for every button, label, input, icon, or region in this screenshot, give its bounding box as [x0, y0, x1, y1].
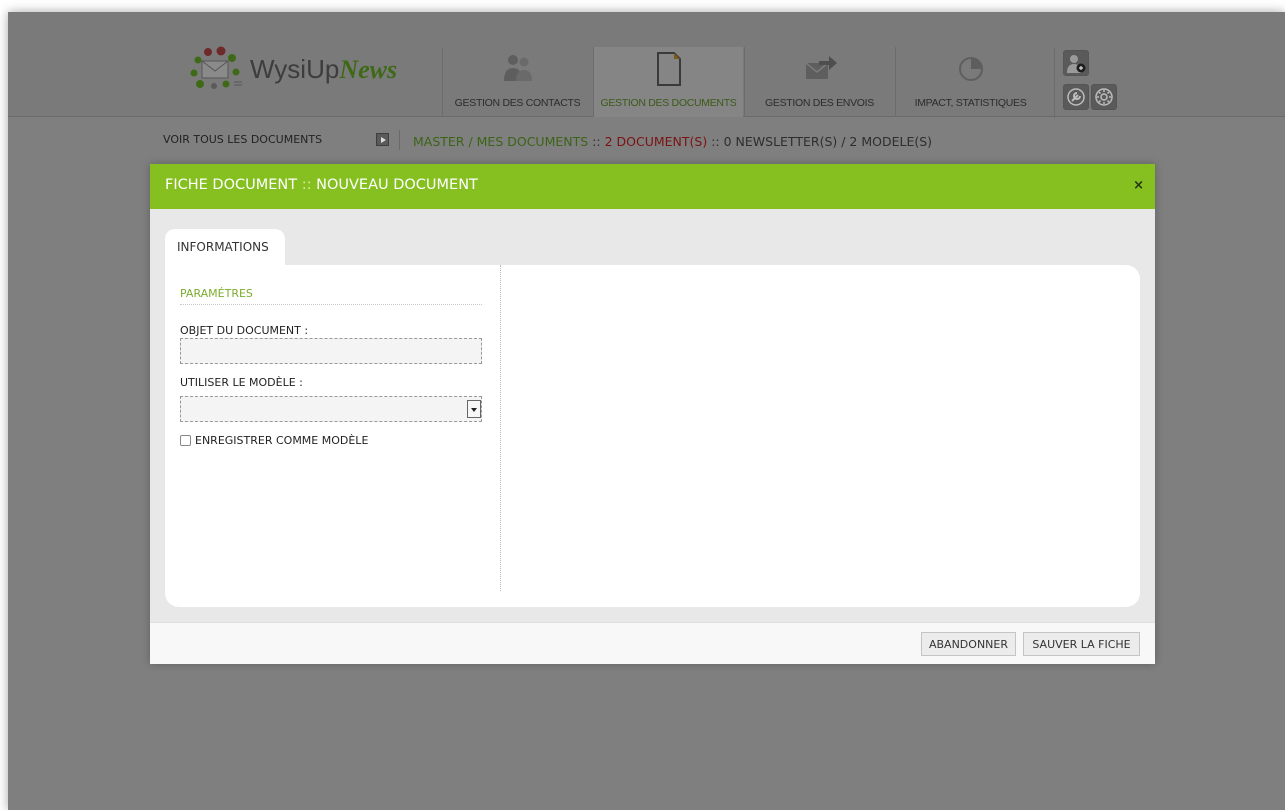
chevron-down-icon[interactable] [467, 400, 481, 418]
modal-footer: ABANDONNER SAUVER LA FICHE [150, 622, 1155, 664]
object-input[interactable] [180, 338, 482, 364]
document-icon [656, 52, 681, 86]
save-button[interactable]: SAUVER LA FICHE [1023, 632, 1140, 656]
breadcrumb-path[interactable]: MASTER / MES DOCUMENTS [413, 134, 588, 149]
modal-title: FICHE DOCUMENT :: NOUVEAU DOCUMENT [165, 177, 478, 193]
logo-text-accent: News [339, 54, 398, 84]
logo-text: WysiUpNews [250, 54, 397, 85]
tab-informations-label: INFORMATIONS [177, 240, 269, 254]
wrench-icon [1067, 88, 1085, 106]
document-modal: FICHE DOCUMENT :: NOUVEAU DOCUMENT × INF… [150, 164, 1155, 664]
model-select[interactable] [180, 396, 482, 422]
view-all-documents-link[interactable]: VOIR TOUS LES DOCUMENTS [163, 133, 322, 146]
parameters-column: PARAMÉTRES OBJET DU DOCUMENT : UTILISER … [165, 265, 501, 591]
nav-tab-contacts-label: GESTION DES CONTACTS [454, 97, 581, 109]
object-label: OBJET DU DOCUMENT : [180, 324, 309, 337]
nav-tab-stats[interactable]: IMPACT, STATISTIQUES [895, 47, 1045, 117]
save-as-model-row: ENREGISTRER COMME MODÈLE [180, 434, 368, 447]
add-user-button[interactable] [1063, 50, 1089, 76]
settings-button[interactable] [1091, 84, 1117, 110]
modal-title-separator: :: [301, 177, 312, 193]
contacts-icon [503, 55, 532, 81]
tools-button[interactable] [1063, 84, 1089, 110]
envelope-dots-logo-icon [190, 46, 242, 89]
parameters-title: PARAMÉTRES [180, 287, 253, 300]
modal-title-sub: NOUVEAU DOCUMENT [316, 177, 478, 193]
modal-title-main: FICHE DOCUMENT [165, 177, 298, 193]
add-user-icon [1067, 55, 1086, 73]
nav-tab-envois-label: GESTION DES ENVOIS [765, 97, 874, 109]
breadcrumb-divider [399, 130, 400, 150]
informations-panel: PARAMÉTRES OBJET DU DOCUMENT : UTILISER … [165, 265, 1140, 607]
close-icon[interactable]: × [1133, 178, 1144, 193]
save-as-model-checkbox[interactable] [180, 435, 191, 446]
nav-tab-contacts[interactable]: GESTION DES CONTACTS [442, 47, 592, 117]
breadcrumb: MASTER / MES DOCUMENTS :: 2 DOCUMENT(S) … [413, 134, 932, 149]
logo-text-main: WysiUp [250, 53, 340, 84]
modal-header: FICHE DOCUMENT :: NOUVEAU DOCUMENT × [150, 164, 1155, 209]
nav-tab-documents-label: GESTION DES DOCUMENTS [600, 97, 737, 109]
breadcrumb-counts: :: 0 NEWSLETTER(S) / 2 MODELE(S) [711, 134, 933, 149]
app-logo[interactable]: WysiUpNews [188, 46, 397, 92]
nav-tab-envois[interactable]: GESTION DES ENVOIS [744, 47, 894, 117]
breadcrumb-separator: :: [592, 134, 601, 149]
nav-tab-documents[interactable]: GESTION DES DOCUMENTS [593, 47, 743, 117]
cancel-button[interactable]: ABANDONNER [921, 632, 1016, 656]
app-header: WysiUpNews GESTION DES CONTACTS GESTION … [8, 12, 1285, 118]
pie-chart-icon [958, 57, 983, 81]
section-divider [180, 304, 482, 305]
utility-buttons [1054, 48, 1118, 118]
gear-icon [1095, 88, 1113, 106]
send-envelope-icon [805, 56, 837, 79]
breadcrumb-toggle-button[interactable] [376, 133, 389, 146]
model-label: UTILISER LE MODÈLE : [180, 376, 303, 389]
save-as-model-label[interactable]: ENREGISTRER COMME MODÈLE [195, 434, 368, 447]
breadcrumb-documents-count[interactable]: 2 DOCUMENT(S) [605, 134, 708, 149]
nav-tab-stats-label: IMPACT, STATISTIQUES [914, 97, 1027, 109]
tab-informations[interactable]: INFORMATIONS [165, 229, 285, 265]
